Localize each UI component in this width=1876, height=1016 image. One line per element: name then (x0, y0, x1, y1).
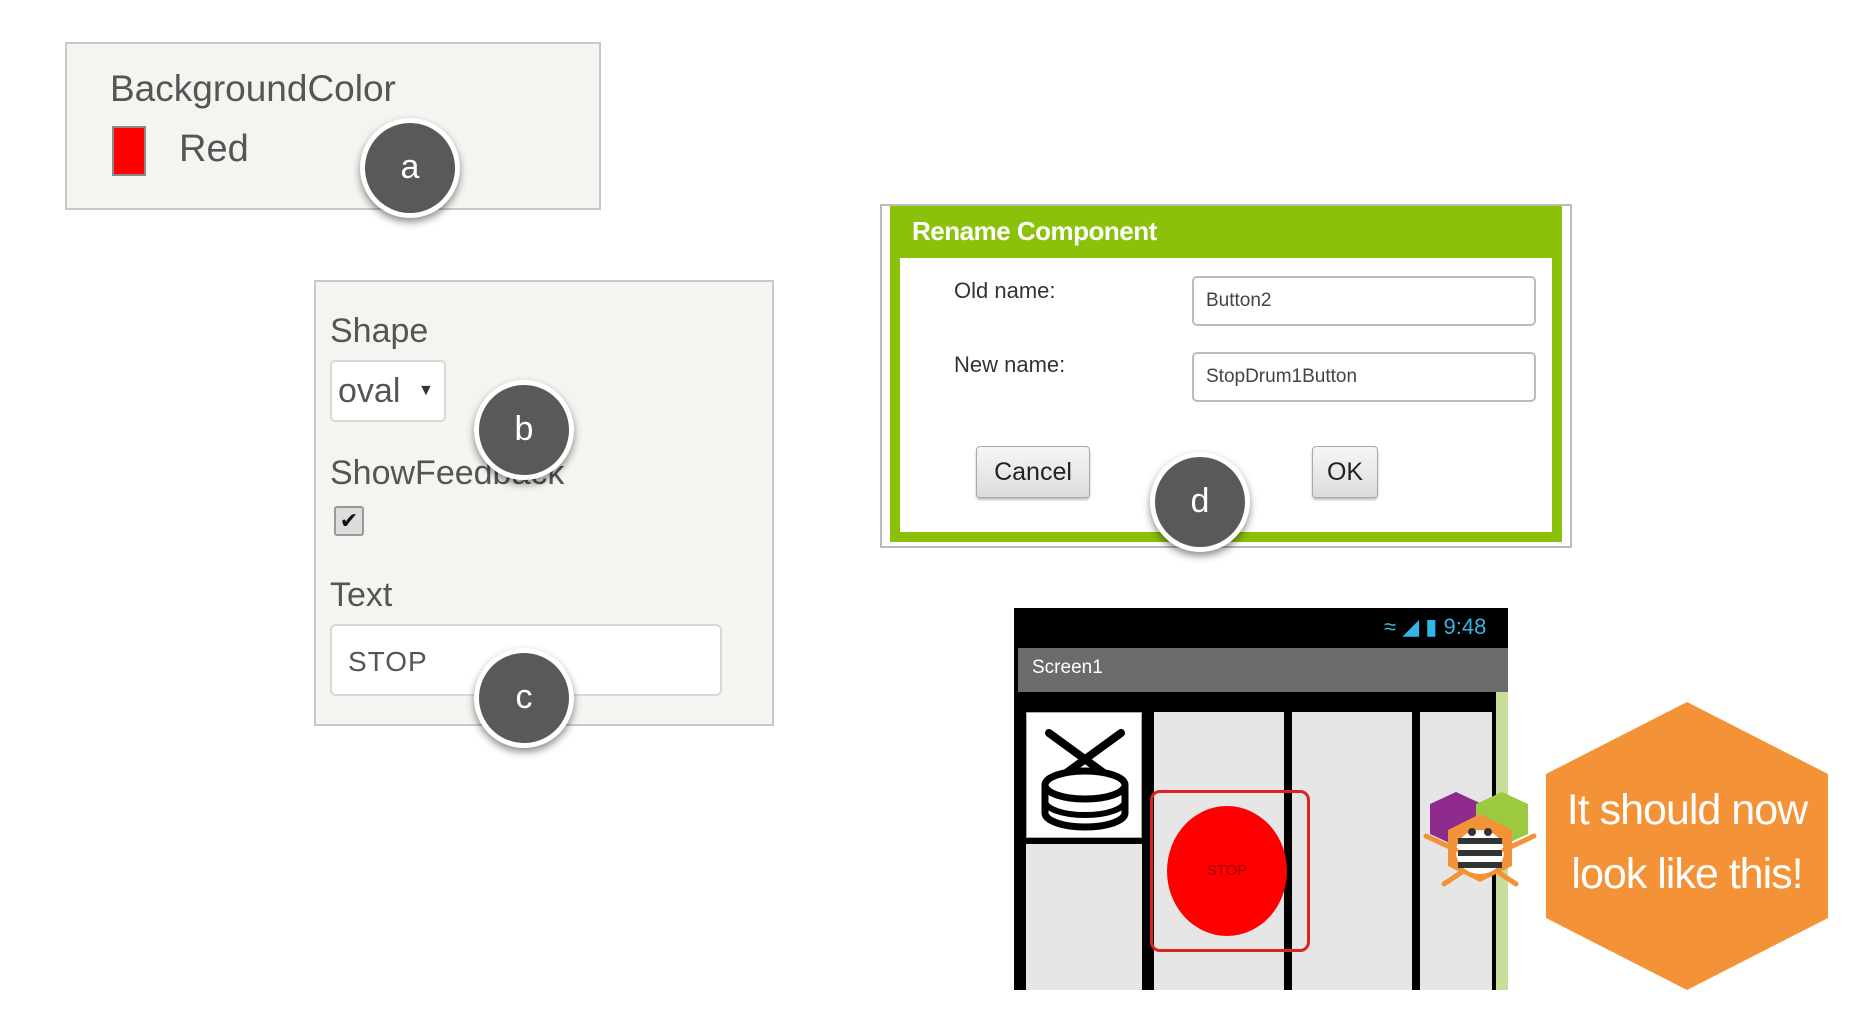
callout-text: It should now look like this! (1556, 778, 1818, 906)
ok-button[interactable]: OK (1312, 446, 1378, 498)
marker-b: b (474, 380, 574, 480)
wifi-icon: ≈ (1384, 614, 1397, 639)
marker-d: d (1150, 452, 1250, 552)
text-label: Text (330, 576, 393, 614)
shape-dropdown[interactable]: oval ▼ (330, 360, 446, 422)
color-swatch[interactable] (112, 126, 146, 176)
grid-cell (1026, 844, 1142, 990)
signal-icon: ◢ (1402, 614, 1420, 639)
callout-line-2: look like this! (1571, 850, 1803, 898)
cancel-button[interactable]: Cancel (976, 446, 1090, 498)
color-value[interactable]: Red (179, 128, 249, 171)
old-name-field[interactable]: Button2 (1192, 276, 1536, 326)
screen-title-bar: Screen1 (1018, 648, 1508, 692)
checkmark-icon: ✔ (339, 508, 359, 533)
show-feedback-checkbox[interactable]: ✔ (334, 506, 364, 536)
dropdown-caret-icon: ▼ (418, 382, 434, 399)
background-color-label: BackgroundColor (110, 68, 396, 109)
battery-icon: ▮ (1425, 614, 1438, 639)
old-name-label: Old name: (954, 278, 1056, 303)
new-name-value: StopDrum1Button (1206, 366, 1358, 387)
status-time: 9:48 (1443, 614, 1487, 639)
shape-label: Shape (330, 312, 429, 350)
drum-icon (1041, 729, 1129, 831)
old-name-value: Button2 (1206, 290, 1272, 311)
drum-button[interactable] (1026, 712, 1142, 838)
status-icons: ≈ ◢ ▮ 9:48 (1384, 614, 1486, 640)
callout-line-1: It should now (1566, 786, 1808, 834)
text-field-value: STOP (348, 646, 428, 677)
stop-button[interactable]: STOP (1167, 806, 1287, 936)
marker-c: c (474, 648, 574, 748)
marker-a: a (360, 118, 460, 218)
new-name-label: New name: (954, 352, 1066, 377)
dialog-titlebar: Rename Component (890, 206, 1562, 258)
app-inventor-mascot-icon (1423, 792, 1537, 887)
dialog-title: Rename Component (912, 216, 1157, 246)
shape-value: oval (338, 372, 401, 410)
background-color-property: BackgroundColor Red (65, 42, 601, 210)
new-name-field[interactable]: StopDrum1Button (1192, 352, 1536, 402)
screen-title: Screen1 (1032, 657, 1103, 678)
grid-cell (1292, 712, 1412, 990)
